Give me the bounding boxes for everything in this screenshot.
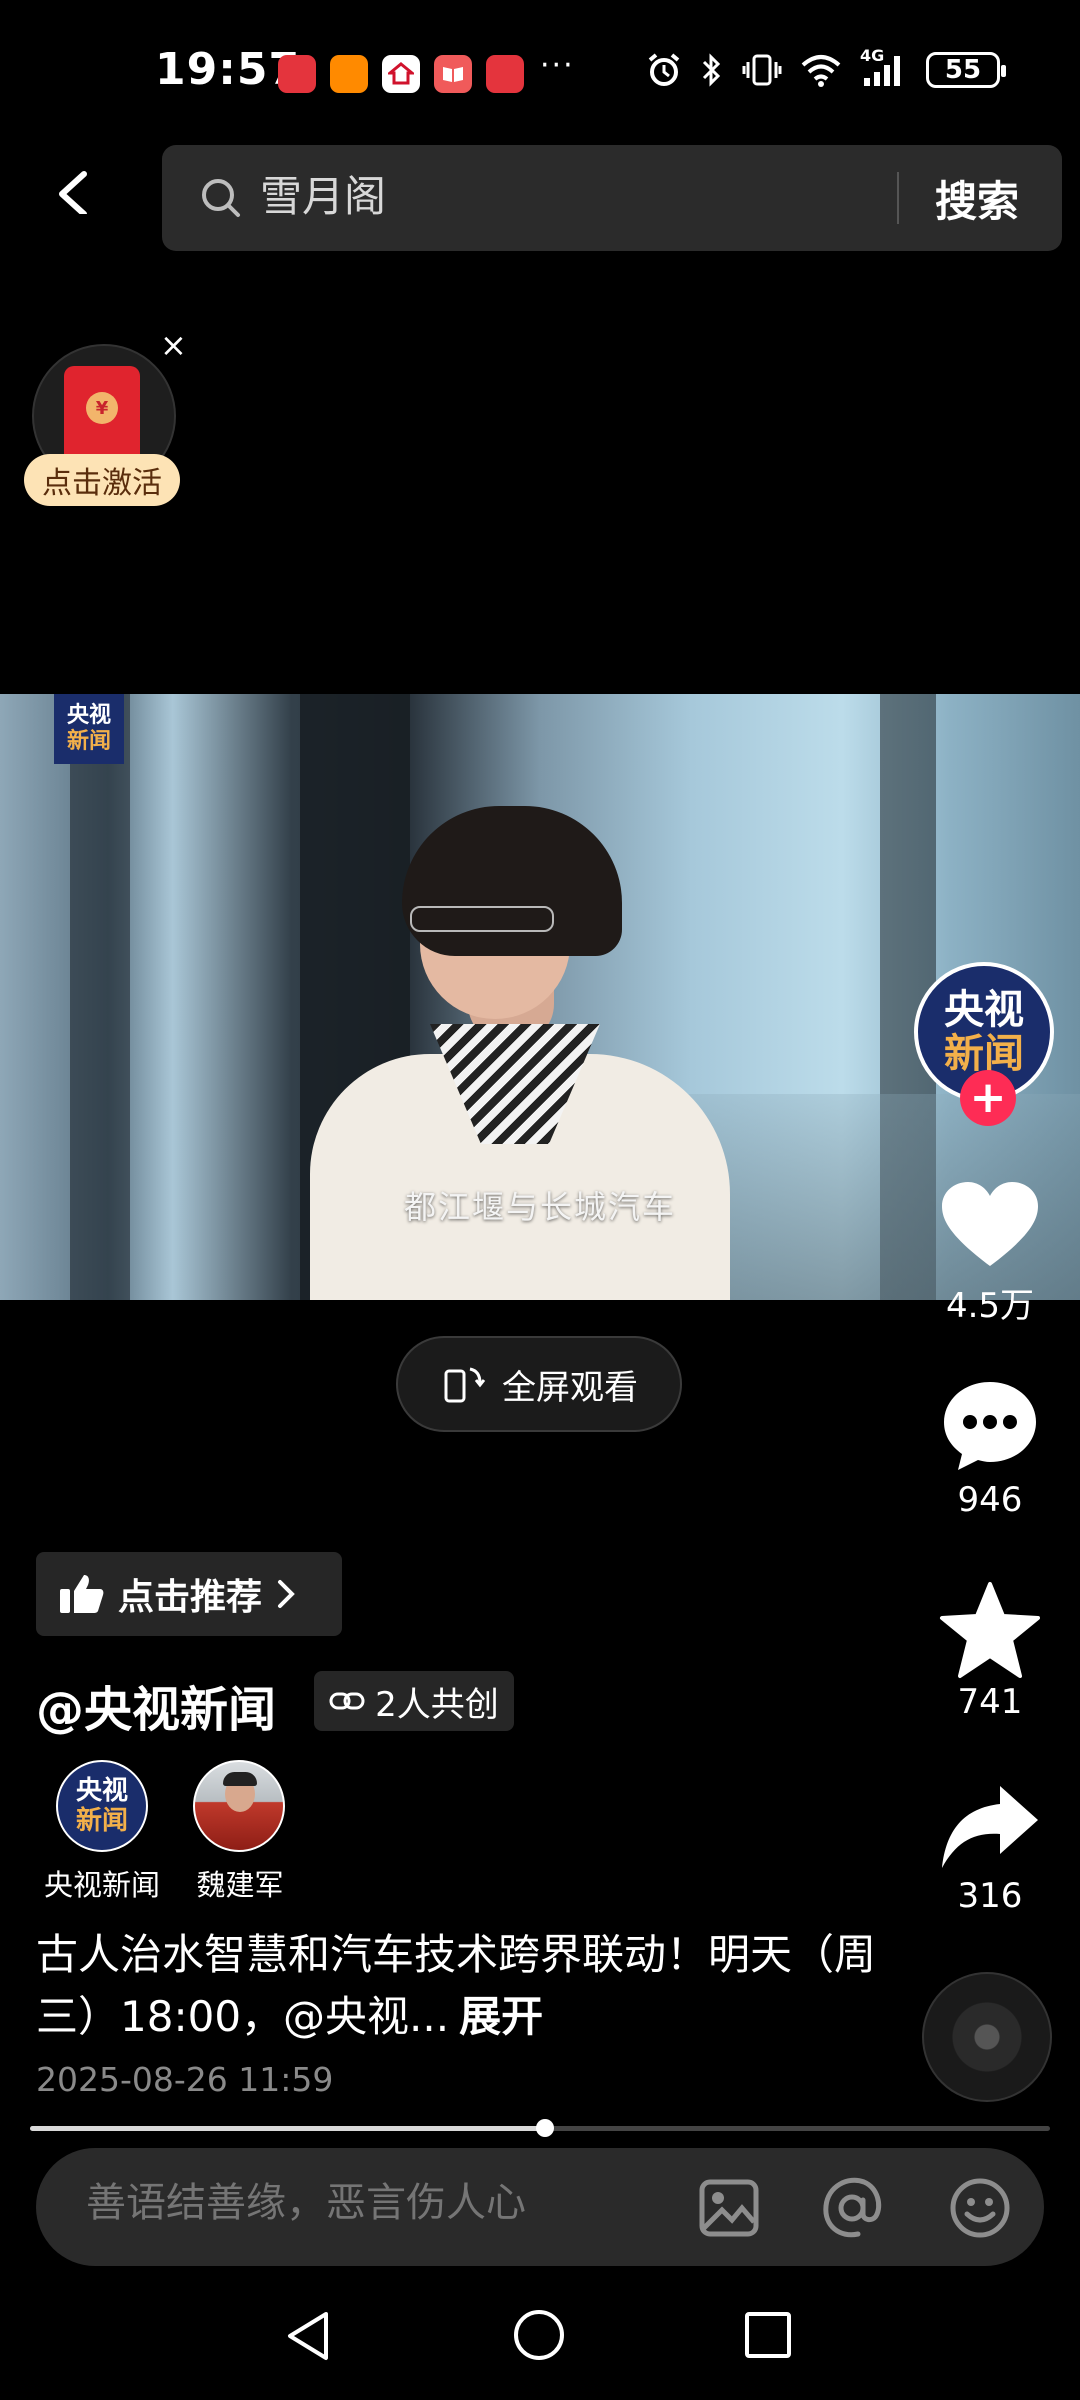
vibrate-icon (742, 54, 782, 86)
comment-count: 946 (957, 1480, 1023, 1520)
watermark-line1: 央视 (66, 703, 111, 728)
presenter-hair (402, 806, 622, 956)
bank-app-icon (382, 55, 420, 93)
mention-at-icon[interactable] (820, 2176, 884, 2240)
creator-logo-line2: 新闻 (75, 1806, 128, 1836)
app-icon (330, 55, 368, 93)
wifi-icon (801, 55, 841, 87)
search-divider (897, 172, 899, 224)
post-date: 2025-08-26 11:59 (36, 2060, 334, 2099)
share-arrow-icon[interactable] (938, 1782, 1042, 1872)
comment-bubble-icon[interactable] (940, 1378, 1040, 1474)
more-notifications-icon: ··· (540, 48, 575, 83)
video-player[interactable]: 央视 新闻 都江堰与长城汽车 (0, 694, 1080, 1300)
screen: 19:57 ··· 4G 55 搜索 ¥ × 点击激活 (0, 0, 1080, 2400)
cocreate-label: 2人共创 (375, 1684, 499, 1725)
back-arrow-icon[interactable] (50, 170, 94, 214)
creator-item[interactable] (193, 1760, 285, 1852)
close-red-packet-icon[interactable]: × (160, 326, 187, 364)
chevron-right-icon (278, 1580, 295, 1608)
music-disc-icon[interactable] (922, 1972, 1052, 2102)
alarm-icon (648, 53, 680, 86)
favorite-count: 741 (957, 1682, 1023, 1722)
author-name[interactable]: @央视新闻 (36, 1670, 276, 1740)
rotate-screen-icon (444, 1367, 486, 1403)
follow-button[interactable]: + (960, 1070, 1016, 1126)
search-button[interactable]: 搜索 (935, 168, 1019, 229)
search-input[interactable] (258, 168, 862, 218)
like-heart-icon[interactable] (940, 1180, 1040, 1270)
book-app-icon (434, 55, 472, 93)
comment-input[interactable] (84, 2180, 648, 2227)
nav-recents-icon[interactable] (745, 2312, 791, 2358)
image-picker-icon[interactable] (698, 2178, 760, 2238)
recommend-button[interactable]: 点击推荐 (36, 1552, 342, 1636)
like-count: 4.5万 (945, 1286, 1035, 1326)
creator-item[interactable]: 央视 新闻 (56, 1760, 148, 1852)
creator-logo-line1: 央视 (75, 1776, 128, 1806)
status-system-icons: 4G 55 (646, 46, 1006, 88)
huawei-app-icon (486, 55, 524, 93)
watermark-line2: 新闻 (66, 729, 111, 754)
status-app-icons (278, 55, 524, 93)
creator-name: 魏建军 (196, 1868, 284, 1902)
video-subtitle: 都江堰与长城汽车 (403, 1188, 676, 1226)
expand-button[interactable]: 展开 (459, 1992, 543, 2041)
cctv-news-watermark: 央视 新闻 (54, 694, 124, 764)
post-description: 古人治水智慧和汽车技术跨界联动！明天（周三）18:00，@央视... 展开 (36, 1924, 896, 2048)
creator-avatar (193, 1760, 285, 1852)
emoji-icon[interactable] (948, 2176, 1012, 2240)
video-progress-fill (30, 2126, 545, 2131)
share-count: 316 (957, 1876, 1023, 1916)
cocreate-badge[interactable]: 2人共创 (314, 1671, 514, 1731)
thumbs-up-icon (60, 1575, 104, 1613)
activate-label[interactable]: 点击激活 (24, 454, 180, 506)
fullscreen-button[interactable]: 全屏观看 (396, 1336, 682, 1432)
bluetooth-icon (702, 53, 721, 87)
battery-indicator: 55 (926, 52, 1006, 88)
creator-avatar: 央视 新闻 (56, 1760, 148, 1852)
video-progress-knob[interactable] (536, 2119, 554, 2137)
coin-icon: ¥ (86, 392, 118, 424)
fullscreen-label: 全屏观看 (502, 1367, 638, 1408)
recommend-label: 点击推荐 (118, 1577, 263, 1618)
nav-home-icon[interactable] (514, 2310, 564, 2360)
avatar-line1: 央视 (944, 987, 1024, 1033)
huawei-app-icon (278, 55, 316, 93)
cell-signal-icon: 4G (860, 46, 908, 88)
description-text: 古人治水智慧和汽车技术跨界联动！明天（周三）18:00，@央视... (36, 1930, 877, 2041)
presenter-glasses (410, 906, 554, 932)
search-icon (202, 179, 240, 217)
link-icon (329, 1692, 365, 1710)
favorite-star-icon[interactable] (938, 1580, 1042, 1680)
nav-back-icon[interactable] (284, 2310, 332, 2362)
